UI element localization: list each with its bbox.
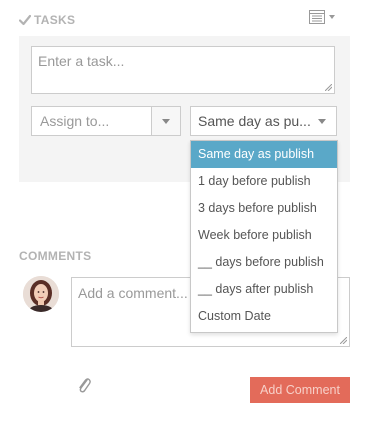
assign-dropdown-toggle[interactable] xyxy=(151,107,180,135)
assign-placeholder: Assign to... xyxy=(40,113,110,129)
dropdown-option[interactable]: __ days before publish xyxy=(191,249,337,276)
comments-title: COMMENTS xyxy=(19,249,92,263)
list-icon xyxy=(309,10,325,24)
dropdown-option[interactable]: 1 day before publish xyxy=(191,168,337,195)
chevron-down-icon xyxy=(162,119,170,124)
tasks-header: TASKS xyxy=(19,11,75,29)
paperclip-icon[interactable] xyxy=(76,376,92,394)
add-comment-button[interactable]: Add Comment xyxy=(250,377,350,403)
dropdown-option[interactable]: Same day as publish xyxy=(191,141,337,168)
schedule-dropdown-list: Same day as publish 1 day before publish 3… xyxy=(190,140,338,333)
comment-placeholder: Add a comment... xyxy=(78,285,188,301)
tasks-title: TASKS xyxy=(34,13,76,27)
dropdown-option[interactable]: __ days after publish xyxy=(191,276,337,303)
avatar-image xyxy=(23,276,59,312)
chevron-down-icon xyxy=(318,119,326,124)
chevron-down-icon xyxy=(329,15,335,19)
check-icon xyxy=(19,14,31,26)
resize-handle-icon[interactable] xyxy=(325,84,332,91)
task-input-placeholder: Enter a task... xyxy=(38,53,125,69)
list-menu-button[interactable] xyxy=(309,10,335,24)
assign-select[interactable]: Assign to... xyxy=(31,106,181,136)
task-input[interactable]: Enter a task... xyxy=(31,46,335,94)
avatar xyxy=(23,276,59,312)
schedule-selected-value: Same day as pu... xyxy=(198,113,310,129)
dropdown-option[interactable]: 3 days before publish xyxy=(191,195,337,222)
dropdown-option[interactable]: Custom Date xyxy=(191,303,337,330)
resize-handle-icon[interactable] xyxy=(340,337,347,344)
dropdown-option[interactable]: Week before publish xyxy=(191,222,337,249)
schedule-select[interactable]: Same day as pu... xyxy=(190,106,337,136)
